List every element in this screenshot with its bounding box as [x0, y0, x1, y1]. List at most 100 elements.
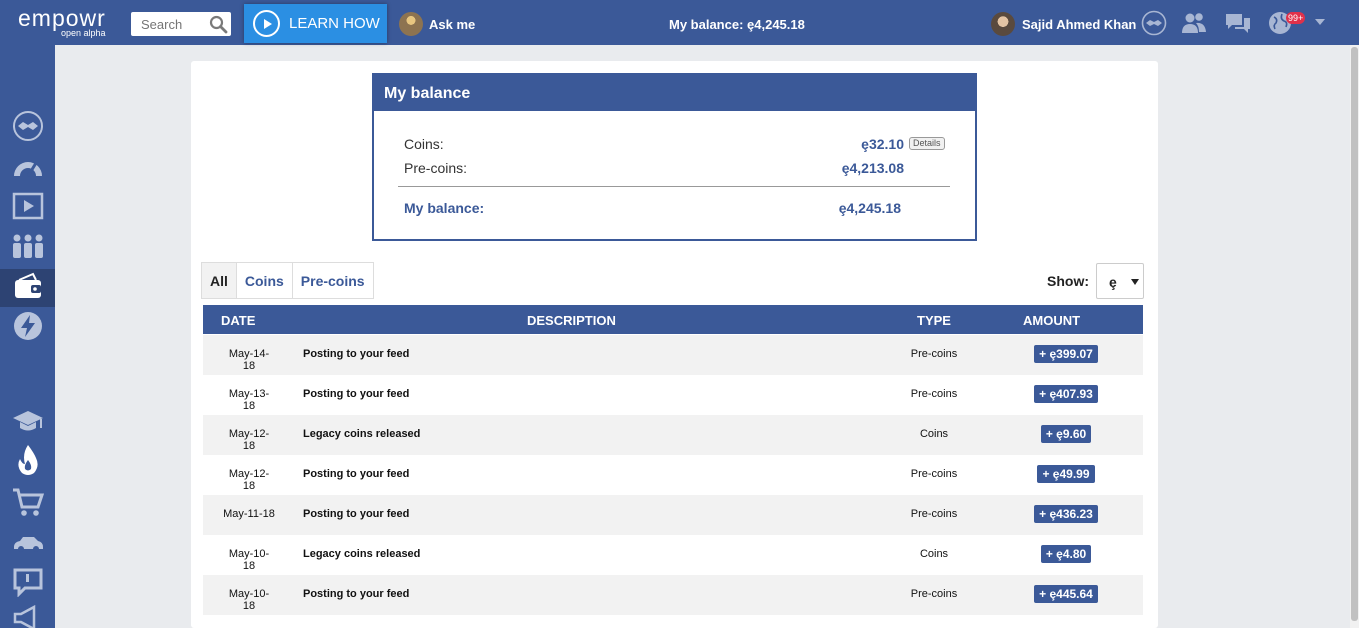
- row-type: Pre-coins: [910, 588, 958, 600]
- coins-label: Coins:: [404, 136, 444, 152]
- row-type: Coins: [919, 428, 949, 440]
- transaction-tabs: All Coins Pre-coins: [201, 262, 374, 299]
- friends-icon[interactable]: [1180, 10, 1208, 36]
- header-balance[interactable]: My balance: ȩ4,245.18: [669, 17, 805, 32]
- logo-subtitle: open alpha: [61, 28, 106, 38]
- flame-icon: [16, 444, 40, 481]
- play-circle-icon: [253, 10, 280, 37]
- balance-summary: My balance Coins: ȩ32.10 Details Pre-coi…: [372, 73, 977, 241]
- sidebar-item-videos[interactable]: [0, 189, 55, 227]
- column-header-description[interactable]: DESCRIPTION: [527, 313, 616, 328]
- messages-icon[interactable]: [1224, 10, 1252, 36]
- table-row: May-10-18 Legacy coins released Coins + …: [203, 535, 1143, 575]
- search-icon[interactable]: [209, 15, 228, 39]
- row-type: Pre-coins: [910, 348, 958, 360]
- sidebar-item-people[interactable]: [0, 229, 55, 267]
- top-bar: empowr open alpha LEARN HOW Ask me My ba…: [0, 0, 1359, 45]
- row-date: May-11-18: [223, 508, 275, 520]
- learn-how-button[interactable]: LEARN HOW: [244, 4, 387, 43]
- sidebar-item-boost[interactable]: [0, 309, 55, 347]
- coins-value: ȩ32.10: [861, 136, 904, 152]
- row-description: Legacy coins released: [303, 428, 421, 440]
- amount-pill: + ȩ436.23: [1034, 505, 1098, 523]
- sidebar-item-chat[interactable]: [0, 565, 55, 603]
- column-header-type[interactable]: TYPE: [917, 313, 951, 328]
- column-header-amount[interactable]: AMOUNT: [1023, 313, 1080, 328]
- row-description: Posting to your feed: [303, 508, 410, 520]
- table-row: May-13-18 Posting to your feed Pre-coins…: [203, 375, 1143, 415]
- transactions-table: May-14-18 Posting to your feed Pre-coins…: [203, 335, 1143, 615]
- ask-me-button[interactable]: Ask me: [399, 12, 475, 36]
- sidebar-item-dashboard[interactable]: [0, 149, 55, 187]
- sidebar-item-shop[interactable]: [0, 485, 55, 523]
- currency-select-value: ȩ: [1109, 274, 1117, 290]
- row-amount: + ȩ49.99: [1013, 465, 1119, 483]
- table-row: May-11-18 Posting to your feed Pre-coins…: [203, 495, 1143, 535]
- amount-pill: + ȩ49.99: [1037, 465, 1095, 483]
- empowr-logo[interactable]: empowr open alpha: [18, 7, 106, 39]
- cart-icon: [12, 487, 44, 522]
- sidebar-item-trending[interactable]: [0, 443, 55, 481]
- car-icon: [12, 535, 44, 558]
- total-balance-value: ȩ4,245.18: [838, 200, 901, 216]
- row-amount: + ȩ399.07: [1013, 345, 1119, 363]
- row-amount: + ȩ445.64: [1013, 585, 1119, 603]
- row-type: Pre-coins: [910, 388, 958, 400]
- select-arrow-icon: [1131, 279, 1139, 285]
- amount-pill: + ȩ399.07: [1034, 345, 1098, 363]
- row-description: Posting to your feed: [303, 468, 410, 480]
- play-icon: [12, 192, 44, 225]
- sidebar-item-learn[interactable]: [0, 404, 55, 442]
- user-avatar: [991, 12, 1015, 36]
- scrollbar-thumb[interactable]: [1351, 47, 1358, 621]
- account-menu-caret[interactable]: [1315, 19, 1325, 25]
- row-description: Posting to your feed: [303, 588, 410, 600]
- row-amount: + ȩ9.60: [1013, 425, 1119, 443]
- row-date: May-12-18: [228, 468, 270, 492]
- balance-title: My balance: [374, 75, 975, 111]
- row-date: May-13-18: [228, 388, 270, 412]
- amount-pill: + ȩ9.60: [1040, 425, 1092, 443]
- row-type: Coins: [919, 548, 949, 560]
- amount-pill: + ȩ407.93: [1034, 385, 1098, 403]
- amount-pill: + ȩ4.80: [1040, 545, 1092, 563]
- row-date: May-14-18: [228, 348, 270, 372]
- user-profile-link[interactable]: Sajid Ahmed Khan: [991, 12, 1136, 36]
- table-row: May-10-18 Posting to your feed Pre-coins…: [203, 575, 1143, 615]
- notifications-badge: 99+: [1286, 12, 1306, 24]
- wallet-icon: [13, 272, 43, 305]
- learn-how-label: LEARN HOW: [289, 15, 380, 32]
- row-date: May-10-18: [228, 588, 270, 612]
- chat-icon: [12, 567, 44, 602]
- people-icon: [11, 233, 45, 264]
- row-description: Posting to your feed: [303, 388, 410, 400]
- row-date: May-10-18: [228, 548, 270, 572]
- tab-all[interactable]: All: [201, 262, 237, 299]
- show-label: Show:: [1047, 273, 1089, 289]
- row-type: Pre-coins: [910, 468, 958, 480]
- ask-me-avatar: [399, 12, 423, 36]
- search-box: [131, 12, 231, 36]
- row-description: Posting to your feed: [303, 348, 410, 360]
- ask-me-label: Ask me: [429, 16, 476, 32]
- precoins-label: Pre-coins:: [404, 160, 468, 176]
- megaphone-icon: [12, 604, 44, 628]
- search-input[interactable]: [131, 12, 207, 36]
- tab-coins[interactable]: Coins: [236, 262, 293, 299]
- sidebar-item-announce[interactable]: [0, 601, 55, 628]
- tab-pre-coins[interactable]: Pre-coins: [292, 262, 374, 299]
- column-header-date[interactable]: DATE: [221, 313, 255, 328]
- total-balance-label: My balance:: [404, 200, 485, 216]
- sidebar-item-deals[interactable]: [0, 109, 55, 147]
- table-header: DATE DESCRIPTION TYPE AMOUNT: [203, 305, 1143, 334]
- table-row: May-12-18 Posting to your feed Pre-coins…: [203, 455, 1143, 495]
- table-row: May-12-18 Legacy coins released Coins + …: [203, 415, 1143, 455]
- sidebar-item-wallet[interactable]: [0, 269, 55, 307]
- gauge-icon: [12, 154, 44, 183]
- coins-details-button[interactable]: Details: [909, 137, 945, 150]
- row-amount: + ȩ4.80: [1013, 545, 1119, 563]
- sidebar-item-rides[interactable]: [0, 527, 55, 565]
- handshake-icon[interactable]: [1140, 10, 1168, 36]
- currency-select[interactable]: ȩ: [1096, 263, 1144, 299]
- row-amount: + ȩ407.93: [1013, 385, 1119, 403]
